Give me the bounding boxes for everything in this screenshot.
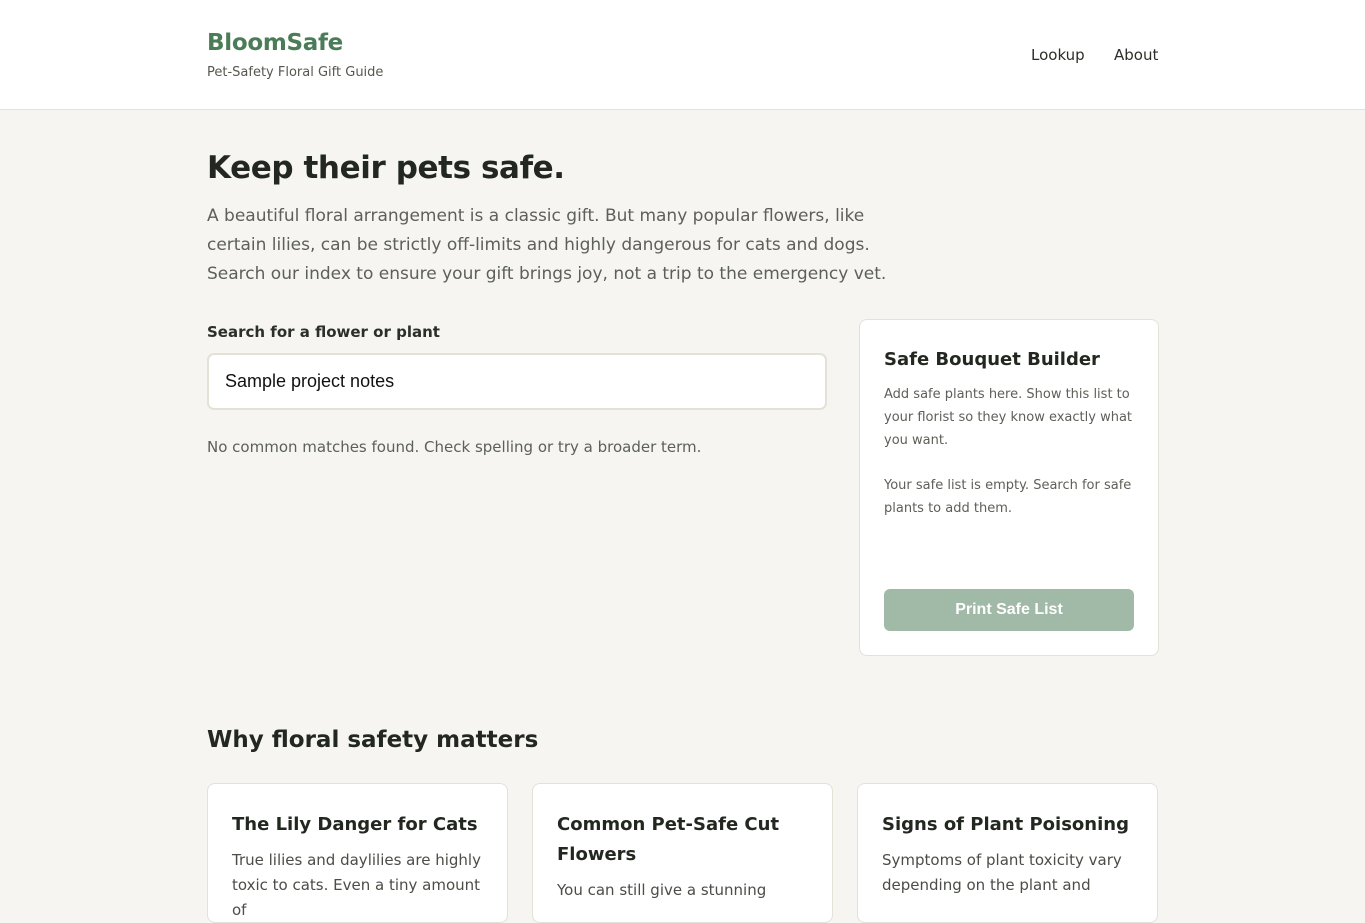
- builder-empty-state: Your safe list is empty. Search for safe…: [884, 478, 1132, 516]
- nav-link-lookup[interactable]: Lookup: [1031, 46, 1085, 64]
- safe-bouquet-builder: Safe Bouquet Builder Add safe plants her…: [859, 319, 1159, 656]
- hero-description: A beautiful floral arrangement is a clas…: [207, 206, 887, 284]
- info-card-title: Common Pet-Safe Cut Flowers: [557, 814, 780, 865]
- print-safe-list-button[interactable]: Print Safe List: [884, 589, 1134, 631]
- brand-name[interactable]: BloomSafe: [207, 30, 343, 56]
- info-card-pet-safe-flowers: Common Pet-Safe Cut Flowers You can stil…: [532, 783, 833, 923]
- info-card-text: True lilies and daylilies are highly tox…: [232, 851, 481, 919]
- search-status-message: No common matches found. Check spelling …: [207, 438, 702, 456]
- brand-tagline: Pet-Safety Floral Gift Guide: [207, 65, 384, 80]
- info-card-text: You can still give a stunning: [557, 881, 767, 899]
- nav-link-about[interactable]: About: [1114, 46, 1158, 64]
- search-input[interactable]: [207, 353, 827, 410]
- info-card-title: Signs of Plant Poisoning: [882, 814, 1129, 835]
- hero-title: Keep their pets safe.: [207, 150, 565, 186]
- info-card-poisoning-signs: Signs of Plant Poisoning Symptoms of pla…: [857, 783, 1158, 923]
- info-card-lily-danger: The Lily Danger for Cats True lilies and…: [207, 783, 508, 923]
- site-header: BloomSafe Pet-Safety Floral Gift Guide L…: [0, 0, 1365, 110]
- section-title: Why floral safety matters: [207, 727, 539, 753]
- builder-description: Add safe plants here. Show this list to …: [884, 387, 1133, 448]
- info-card-text: Symptoms of plant toxicity vary dependin…: [882, 851, 1122, 894]
- info-card-title: The Lily Danger for Cats: [232, 814, 478, 835]
- search-label: Search for a flower or plant: [207, 323, 440, 341]
- builder-title: Safe Bouquet Builder: [884, 349, 1100, 370]
